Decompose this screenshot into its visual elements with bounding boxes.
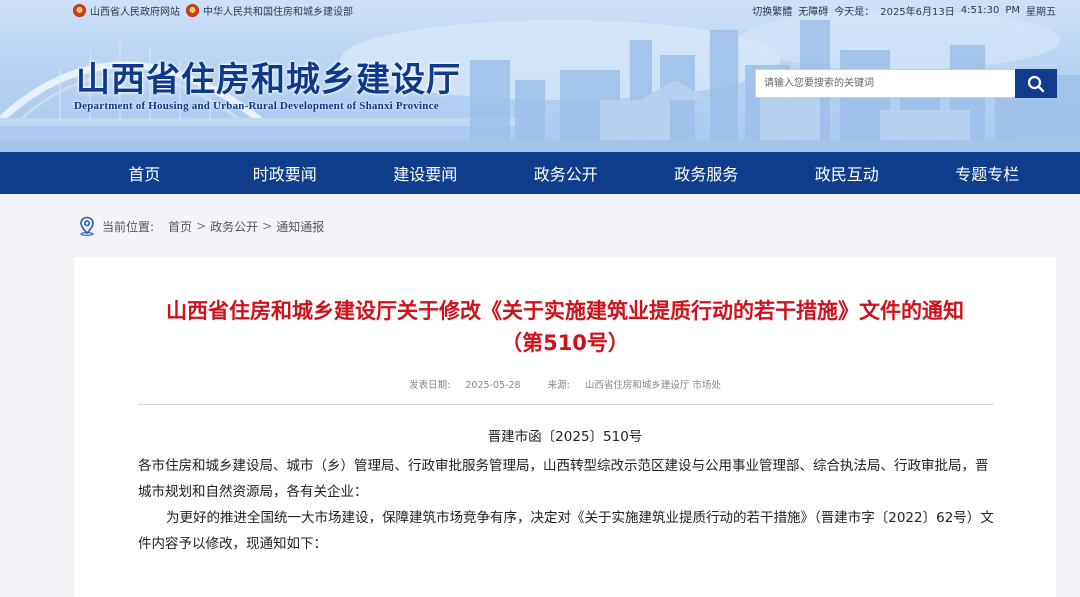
- national-emblem-icon: [73, 3, 86, 17]
- nav-current-affairs[interactable]: 时政要闻: [215, 161, 356, 185]
- search-box: [755, 69, 1057, 98]
- breadcrumb-separator: >: [262, 219, 273, 233]
- site-subtitle: Department of Housing and Urban-Rural De…: [74, 100, 439, 112]
- accessibility-link[interactable]: 无障碍: [798, 3, 828, 18]
- search-input[interactable]: [755, 69, 1015, 98]
- main-nav: 首页 时政要闻 建设要闻 政务公开 政务服务 政民互动 专题专栏: [0, 152, 1080, 194]
- current-time: 4:51:30: [960, 4, 1000, 16]
- national-emblem-icon: [186, 3, 199, 17]
- article-title: 山西省住房和城乡建设厅关于修改《关于实施建筑业提质行动的若干措施》文件的通知（第…: [166, 299, 964, 355]
- gov-site-link[interactable]: 山西省人民政府网站: [73, 3, 180, 18]
- current-date: 2025年6月13日: [880, 6, 955, 18]
- search-icon: [1027, 75, 1045, 92]
- article-source: 山西省住房和城乡建设厅 市场处: [584, 380, 721, 391]
- document-number: 晋建市函〔2025〕510号: [487, 429, 643, 445]
- publish-date: 2025-05-28: [465, 380, 521, 391]
- body-paragraph: 为更好的推进全国统一大市场建设，保障建筑市场竞争有序，决定对《关于实施建筑业提质…: [138, 510, 994, 552]
- top-utility-bar: 山西省人民政府网站 中华人民共和国住房和城乡建设部 切换繁體 无障碍 今天是： …: [0, 0, 1080, 20]
- title-divider: [138, 404, 994, 405]
- current-ampm: PM: [1005, 4, 1020, 16]
- breadcrumb-label: 当前位置:: [102, 219, 155, 234]
- nav-construction-news[interactable]: 建设要闻: [355, 161, 496, 185]
- publish-date-label: 发表日期:: [409, 380, 451, 391]
- site-title[interactable]: 山西省住房和城乡建设厅: [76, 52, 461, 101]
- article-body: 各市住房和城乡建设局、城市（乡）管理局、行政审批服务管理局，山西转型综改示范区建…: [138, 453, 994, 557]
- article-card: 山西省住房和城乡建设厅关于修改《关于实施建筑业提质行动的若干措施》文件的通知（第…: [74, 257, 1056, 597]
- nav-government-affairs[interactable]: 政务公开: [496, 161, 637, 185]
- breadcrumb: 当前位置: 首页 > 政务公开 > 通知通报: [0, 194, 1080, 258]
- switch-traditional-link[interactable]: 切换繁體: [752, 3, 792, 18]
- gov-site-link-label: 山西省人民政府网站: [90, 6, 180, 18]
- nav-home[interactable]: 首页: [74, 161, 215, 185]
- breadcrumb-separator: >: [196, 219, 207, 233]
- search-button[interactable]: [1015, 69, 1057, 98]
- breadcrumb-government-affairs[interactable]: 政务公开: [210, 218, 258, 235]
- header-banner: 山西省人民政府网站 中华人民共和国住房和城乡建设部 切换繁體 无障碍 今天是： …: [0, 0, 1080, 152]
- topbar-right: 切换繁體 无障碍 今天是： 2025年6月13日 4:51:30 PM 星期五: [752, 0, 1056, 20]
- nav-public-interaction[interactable]: 政民互动: [777, 161, 918, 185]
- nav-special-topics[interactable]: 专题专栏: [917, 161, 1058, 185]
- nav-government-services[interactable]: 政务服务: [636, 161, 777, 185]
- current-weekday: 星期五: [1026, 6, 1056, 18]
- article-meta: 发表日期: 2025-05-28 来源: 山西省住房和城乡建设厅 市场处: [74, 377, 1056, 391]
- ministry-site-link-label: 中华人民共和国住房和城乡建设部: [203, 6, 353, 18]
- recipients-paragraph: 各市住房和城乡建设局、城市（乡）管理局、行政审批服务管理局，山西转型综改示范区建…: [138, 458, 989, 500]
- source-label: 来源:: [547, 380, 570, 391]
- ministry-site-link[interactable]: 中华人民共和国住房和城乡建设部: [186, 3, 353, 18]
- breadcrumb-home[interactable]: 首页: [168, 218, 192, 235]
- breadcrumb-notices[interactable]: 通知通报: [276, 218, 324, 235]
- today-label: 今天是：: [834, 6, 875, 18]
- location-pin-icon: [80, 216, 94, 236]
